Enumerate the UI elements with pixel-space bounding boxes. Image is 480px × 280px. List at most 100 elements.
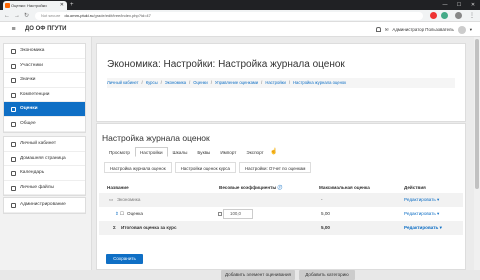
not-secure-label: Not secure [41,13,61,18]
favicon-icon [5,3,10,8]
tab-letters[interactable]: Буквы [192,147,215,157]
nav-drawer: Экономика Участники Значки Компетенции О… [0,37,92,270]
nav-item-calendar[interactable]: Календарь [4,166,85,181]
user-name[interactable]: Администратор Пользователь [392,27,453,32]
breadcrumb-item[interactable]: Личный кабинет [107,80,139,85]
nav-item-grades[interactable]: Оценки [4,102,85,117]
column-header-name: Название [107,185,129,190]
gradebook-setup-card: Настройка журнала оценок Просмотр Настро… [96,123,466,280]
column-header-weights: Весовые коэффициенты ⓘ [219,185,282,191]
site-name[interactable]: ДО ОФ ПГУТИ [25,22,67,37]
save-button[interactable]: Сохранить [106,254,143,264]
users-icon [11,63,16,69]
close-tab-icon[interactable]: ✕ [60,1,64,10]
table-icon [11,107,16,113]
category-max: - [321,197,323,202]
hamburger-menu-icon[interactable]: ≡ [9,25,18,34]
nav-item-dashboard[interactable]: Личный кабинет [4,137,85,152]
scrollbar-thumb[interactable] [475,39,479,189]
nav-item-course[interactable]: Экономика [4,44,85,59]
maximize-icon[interactable]: ☐ [452,0,466,10]
site-nav-group: Личный кабинет Домашняя страница Календа… [3,136,86,197]
folder-icon: ▭ [109,197,114,202]
nav-item-participants[interactable]: Участники [4,59,85,74]
total-name: Итоговая оценка за курс [121,225,177,230]
nav-item-label: Оценки [20,106,38,112]
checkbox-icon: ☐ [120,211,125,216]
total-max: 5,00 [321,225,330,230]
weight-input[interactable]: 100,0 [223,209,253,219]
nav-item-home[interactable]: Домашняя страница [4,152,85,167]
nav-item-administration[interactable]: Администрирование [4,198,85,213]
breadcrumb: Личный кабинет / Курсы / Экономика / Оценки / Уп… [107,78,455,88]
nav-item-general[interactable]: Общее [4,117,85,132]
avatar[interactable] [457,25,466,34]
tab-course-grade-settings[interactable]: Настройки оценок курса [174,162,236,173]
nav-item-label: Экономика [20,48,45,53]
tab-setup[interactable]: Настройки [134,147,168,157]
profile-icon[interactable] [455,12,462,19]
add-category-button[interactable]: Добавить категорию [299,270,355,280]
nav-item-label: Администрирование [20,202,66,207]
course-nav-group: Экономика Участники Значки Компетенции О… [3,43,86,133]
back-icon[interactable]: ← [4,10,10,22]
page-scrollbar[interactable] [474,37,480,270]
close-window-icon[interactable]: ✕ [466,0,480,10]
user-controls: ✉ Администратор Пользователь ▾ [375,22,472,37]
weight-override-checkbox[interactable] [218,212,222,216]
sum-icon: Σ [113,225,116,230]
messages-icon[interactable]: ✉ [385,27,389,33]
tab-scales[interactable]: Шкалы [168,147,193,157]
address-bar: ← → ↻ Not secure do.omm-ptuki.ru/grade/e… [0,10,480,22]
cap-icon [11,49,16,54]
calendar-icon [11,171,16,177]
tab-grader-report-settings[interactable]: Настройки: Отчет по оценкам [238,162,312,173]
new-tab-icon[interactable]: + [70,0,74,10]
tab-export[interactable]: Экспорт [241,147,268,157]
edit-menu-category[interactable]: Редактировать ▾ [404,193,439,207]
breadcrumb-item[interactable]: Управление оценками [215,80,258,85]
tab-gradebook-setup[interactable]: Настройка журнала оценок [104,162,172,173]
tab-import[interactable]: Импорт [215,147,241,157]
tab-title: Оценки: Настройки [11,3,47,8]
table-row-total: Σ Итоговая оценка за курс 5,00 Редактиро… [99,221,463,235]
forward-icon[interactable]: → [14,10,20,22]
table-row-category: ▭ Экономика - Редактировать ▾ [99,193,463,207]
nav-item-badges[interactable]: Значки [4,73,85,88]
browser-menu-icon[interactable]: ⋮ [469,10,475,22]
page-header: Экономика: Настройки: Настройка журнала … [96,43,466,122]
user-menu-chevron-down-icon[interactable]: ▾ [470,27,472,33]
breadcrumb-item[interactable]: Экономика [165,80,186,85]
help-icon[interactable]: ⓘ [278,185,283,190]
window-controls: — ☐ ✕ [438,0,480,10]
extension-icon[interactable] [441,12,448,19]
add-grade-item-button[interactable]: Добавить элемент оценивания [221,270,295,280]
column-header-actions: Действия [404,185,426,190]
file-icon [11,185,16,191]
edit-menu-item[interactable]: Редактировать ▾ [404,207,439,221]
tab-view[interactable]: Просмотр [104,147,135,157]
nav-item-private-files[interactable]: Личные файлы [4,181,85,196]
breadcrumb-item[interactable]: Оценки [193,80,207,85]
breadcrumb-item[interactable]: Настройки [265,80,286,85]
browser-tab[interactable]: Оценки: Настройки ✕ [3,1,67,10]
nav-item-label: Личные файлы [20,184,54,190]
nav-item-competencies[interactable]: Компетенции [4,88,85,103]
breadcrumb-item[interactable]: Курсы [146,80,158,85]
notifications-icon[interactable] [375,27,381,32]
nav-item-label: Календарь [20,170,45,176]
edit-menu-total[interactable]: Редактировать ▾ [404,221,442,235]
url-field[interactable]: Not secure do.omm-ptuki.ru/grade/edit/tr… [35,12,423,20]
extension-icon[interactable] [430,12,437,19]
move-icon[interactable]: ⇕ [115,207,119,221]
url-host: do.omm-ptuki.ru [64,13,94,18]
section-title: Настройка журнала оценок [102,133,210,143]
minimize-icon[interactable]: — [438,0,452,10]
reload-icon[interactable]: ↻ [24,10,29,22]
admin-nav-group: Администрирование [3,197,86,214]
table-row-item: ⇕ ☐ Оценка 100,0 5,00 Редактировать ▾ [99,207,463,221]
browser-tab-bar: Оценки: Настройки ✕ + — ☐ ✕ [0,0,480,10]
item-max: 5,00 [321,211,330,216]
breadcrumb-item[interactable]: Настройка журнала оценок [293,80,346,85]
wrench-icon [11,203,16,208]
